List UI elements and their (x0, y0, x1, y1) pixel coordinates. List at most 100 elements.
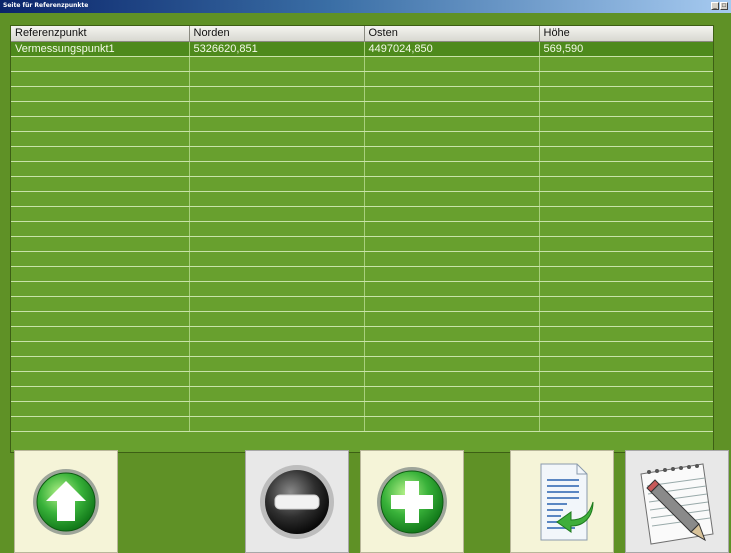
empty-cell[interactable] (539, 56, 713, 72)
empty-cell[interactable] (189, 356, 365, 372)
empty-cell[interactable] (189, 146, 365, 162)
empty-cell[interactable] (11, 416, 190, 432)
empty-cell[interactable] (189, 116, 365, 132)
empty-cell[interactable] (364, 236, 540, 252)
empty-cell[interactable] (364, 266, 540, 282)
cell-osten[interactable]: 4497024,850 (364, 41, 540, 57)
empty-cell[interactable] (11, 281, 190, 297)
empty-cell[interactable] (189, 266, 365, 282)
empty-cell[interactable] (539, 191, 713, 207)
empty-cell[interactable] (189, 191, 365, 207)
empty-cell[interactable] (189, 341, 365, 357)
empty-cell[interactable] (539, 236, 713, 252)
empty-cell[interactable] (364, 191, 540, 207)
empty-cell[interactable] (189, 221, 365, 237)
empty-cell[interactable] (364, 146, 540, 162)
empty-cell[interactable] (189, 86, 365, 102)
table-row[interactable] (11, 341, 713, 357)
empty-cell[interactable] (11, 371, 190, 387)
empty-cell[interactable] (539, 311, 713, 327)
empty-cell[interactable] (539, 371, 713, 387)
table-row[interactable] (11, 116, 713, 132)
empty-cell[interactable] (11, 176, 190, 192)
table-row[interactable]: Vermessungspunkt1 5326620,851 4497024,85… (11, 41, 713, 57)
table-row[interactable] (11, 281, 713, 297)
empty-cell[interactable] (539, 86, 713, 102)
empty-cell[interactable] (189, 161, 365, 177)
empty-cell[interactable] (364, 56, 540, 72)
empty-cell[interactable] (539, 131, 713, 147)
table-row[interactable] (11, 266, 713, 282)
table-row[interactable] (11, 206, 713, 222)
minimize-button[interactable]: _ (711, 2, 719, 10)
empty-cell[interactable] (11, 296, 190, 312)
cell-norden[interactable]: 5326620,851 (189, 41, 365, 57)
empty-cell[interactable] (11, 356, 190, 372)
empty-cell[interactable] (189, 311, 365, 327)
empty-cell[interactable] (539, 341, 713, 357)
empty-cell[interactable] (364, 221, 540, 237)
table-row[interactable] (11, 71, 713, 87)
empty-cell[interactable] (364, 296, 540, 312)
empty-cell[interactable] (539, 101, 713, 117)
empty-cell[interactable] (189, 176, 365, 192)
empty-cell[interactable] (539, 206, 713, 222)
empty-cell[interactable] (189, 56, 365, 72)
empty-cell[interactable] (11, 71, 190, 87)
empty-cell[interactable] (364, 176, 540, 192)
column-header-referenzpunkt[interactable]: Referenzpunkt (11, 26, 190, 42)
column-header-norden[interactable]: Norden (189, 26, 365, 42)
empty-cell[interactable] (539, 116, 713, 132)
table-row[interactable] (11, 191, 713, 207)
empty-cell[interactable] (364, 311, 540, 327)
empty-cell[interactable] (539, 356, 713, 372)
empty-cell[interactable] (364, 356, 540, 372)
empty-cell[interactable] (364, 386, 540, 402)
empty-cell[interactable] (11, 131, 190, 147)
empty-cell[interactable] (364, 71, 540, 87)
empty-cell[interactable] (364, 326, 540, 342)
empty-cell[interactable] (11, 311, 190, 327)
table-row[interactable] (11, 251, 713, 267)
import-button[interactable] (510, 450, 614, 553)
table-row[interactable] (11, 356, 713, 372)
empty-cell[interactable] (189, 416, 365, 432)
empty-cell[interactable] (189, 386, 365, 402)
empty-cell[interactable] (11, 56, 190, 72)
empty-cell[interactable] (189, 101, 365, 117)
empty-cell[interactable] (189, 281, 365, 297)
empty-cell[interactable] (11, 116, 190, 132)
edit-button[interactable] (625, 450, 729, 553)
empty-cell[interactable] (364, 206, 540, 222)
empty-cell[interactable] (11, 401, 190, 417)
empty-cell[interactable] (189, 251, 365, 267)
empty-cell[interactable] (11, 341, 190, 357)
empty-cell[interactable] (539, 416, 713, 432)
table-row[interactable] (11, 86, 713, 102)
empty-cell[interactable] (364, 281, 540, 297)
table-row[interactable] (11, 326, 713, 342)
empty-cell[interactable] (189, 371, 365, 387)
column-header-hoehe[interactable]: Höhe (539, 26, 713, 42)
empty-cell[interactable] (11, 161, 190, 177)
table-row[interactable] (11, 56, 713, 72)
empty-cell[interactable] (189, 206, 365, 222)
empty-cell[interactable] (539, 296, 713, 312)
empty-cell[interactable] (189, 296, 365, 312)
empty-cell[interactable] (11, 266, 190, 282)
empty-cell[interactable] (11, 86, 190, 102)
empty-cell[interactable] (539, 251, 713, 267)
empty-cell[interactable] (189, 326, 365, 342)
empty-cell[interactable] (189, 71, 365, 87)
empty-cell[interactable] (539, 386, 713, 402)
empty-cell[interactable] (11, 236, 190, 252)
empty-cell[interactable] (189, 236, 365, 252)
empty-cell[interactable] (539, 326, 713, 342)
empty-cell[interactable] (364, 401, 540, 417)
reference-points-grid[interactable]: Referenzpunkt Norden Osten Höhe Vermessu… (10, 25, 714, 453)
remove-button[interactable] (245, 450, 349, 553)
move-up-button[interactable] (14, 450, 118, 553)
empty-cell[interactable] (364, 101, 540, 117)
cell-hoehe[interactable]: 569,590 (539, 41, 713, 57)
empty-cell[interactable] (364, 416, 540, 432)
